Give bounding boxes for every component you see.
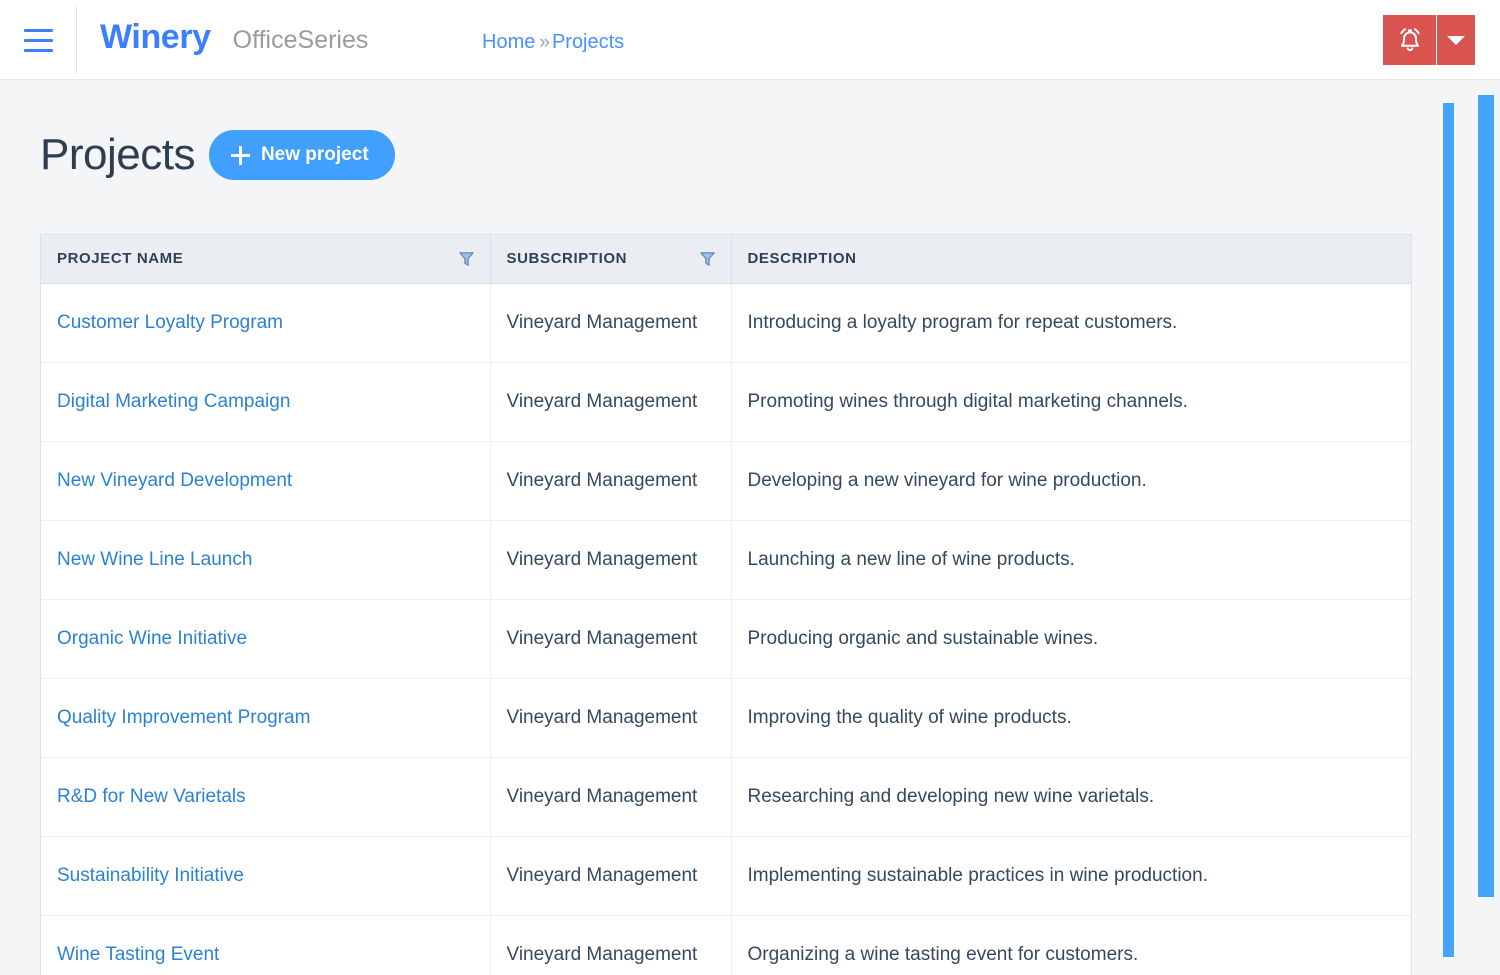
projects-table-container: PROJECT NAME SUBSCRIPTION DESCRIPTION Cu… [40,234,1412,975]
table-row[interactable]: Wine Tasting Event Vineyard Management O… [41,915,1411,975]
plus-icon [230,145,250,165]
cell-description: Launching a new line of wine products. [731,520,1411,600]
table-row[interactable]: Organic Wine Initiative Vineyard Managem… [41,599,1411,679]
project-link[interactable]: Quality Improvement Program [57,707,310,728]
brand-logo[interactable]: Winery OfficeSeries [100,18,368,57]
project-link[interactable]: Wine Tasting Event [57,944,219,965]
breadcrumb-separator: » [539,32,550,53]
project-link[interactable]: Customer Loyalty Program [57,312,283,333]
project-link[interactable]: R&D for New Varietals [57,786,246,807]
cell-subscription: Vineyard Management [490,678,732,758]
hamburger-menu-icon[interactable] [24,27,53,53]
notifications-dropdown-button[interactable] [1437,15,1475,65]
table-body: Customer Loyalty Program Vineyard Manage… [41,283,1411,975]
hamburger-line [24,38,53,42]
table-header: PROJECT NAME SUBSCRIPTION DESCRIPTION [41,235,1411,284]
project-link[interactable]: Sustainability Initiative [57,865,244,886]
table-row[interactable]: Customer Loyalty Program Vineyard Manage… [41,283,1411,363]
header-actions [1383,15,1475,65]
cell-project-name: Digital Marketing Campaign [41,362,491,442]
alarm-bell-icon [1399,28,1420,52]
column-header-label: PROJECT NAME [57,250,184,268]
notifications-button[interactable] [1383,15,1437,65]
filter-funnel-icon[interactable] [458,251,474,267]
project-link[interactable]: Organic Wine Initiative [57,628,247,649]
cell-project-name: Quality Improvement Program [41,678,491,758]
project-link[interactable]: New Vineyard Development [57,470,292,491]
cell-description: Improving the quality of wine products. [731,678,1411,758]
cell-description: Promoting wines through digital marketin… [731,362,1411,442]
cell-project-name: Organic Wine Initiative [41,599,491,679]
table-row[interactable]: New Wine Line Launch Vineyard Management… [41,520,1411,600]
header-divider [76,6,77,74]
cell-subscription: Vineyard Management [490,836,732,916]
cell-project-name: Customer Loyalty Program [41,283,491,363]
page-header: Projects New project [40,130,395,180]
cell-description: Organizing a wine tasting event for cust… [731,915,1411,975]
cell-description: Producing organic and sustainable wines. [731,599,1411,679]
cell-subscription: Vineyard Management [490,441,732,521]
cell-project-name: Wine Tasting Event [41,915,491,975]
cell-project-name: New Vineyard Development [41,441,491,521]
new-project-button[interactable]: New project [208,130,395,180]
cell-subscription: Vineyard Management [490,757,732,837]
cell-description: Developing a new vineyard for wine produ… [731,441,1411,521]
cell-subscription: Vineyard Management [490,599,732,679]
cell-project-name: R&D for New Varietals [41,757,491,837]
table-row[interactable]: R&D for New Varietals Vineyard Managemen… [41,757,1411,837]
cell-subscription: Vineyard Management [490,362,732,442]
project-link[interactable]: New Wine Line Launch [57,549,252,570]
column-header-description: DESCRIPTION [731,235,1411,284]
column-header-subscription: SUBSCRIPTION [490,235,732,284]
breadcrumb: Home» Projects [482,31,624,54]
table-row[interactable]: Sustainability Initiative Vineyard Manag… [41,836,1411,916]
brand-suffix: OfficeSeries [232,26,369,54]
breadcrumb-link-projects[interactable]: Projects [552,31,624,53]
filter-funnel-icon[interactable] [699,251,715,267]
brand-name: Winery [100,18,211,56]
cell-description: Implementing sustainable practices in wi… [731,836,1411,916]
cell-project-name: New Wine Line Launch [41,520,491,600]
new-project-button-label: New project [260,144,369,165]
table-header-row: PROJECT NAME SUBSCRIPTION DESCRIPTION [41,235,1411,284]
cell-project-name: Sustainability Initiative [41,836,491,916]
page-content: Projects New project PROJECT NAME SUBSCR… [0,80,1424,975]
top-header-bar: Winery OfficeSeries Home» Projects [0,0,1500,80]
page-title: Projects [40,130,195,179]
hamburger-line [24,28,53,32]
projects-table: PROJECT NAME SUBSCRIPTION DESCRIPTION Cu… [41,235,1411,975]
hamburger-line [24,48,53,52]
cell-subscription: Vineyard Management [490,520,732,600]
chevron-down-icon [1447,35,1465,45]
cell-subscription: Vineyard Management [490,283,732,363]
column-header-label: SUBSCRIPTION [506,250,628,268]
table-row[interactable]: Digital Marketing Campaign Vineyard Mana… [41,362,1411,442]
cell-subscription: Vineyard Management [490,915,732,975]
column-header-label: DESCRIPTION [747,250,857,268]
cell-description: Researching and developing new wine vari… [731,757,1411,837]
window-scrollbar-thumb[interactable] [1478,95,1494,897]
column-header-project-name: PROJECT NAME [41,235,491,284]
table-row[interactable]: Quality Improvement Program Vineyard Man… [41,678,1411,758]
cell-description: Introducing a loyalty program for repeat… [731,283,1411,363]
page-scrollbar-thumb[interactable] [1443,103,1454,957]
breadcrumb-link-home[interactable]: Home [482,31,535,53]
table-row[interactable]: New Vineyard Development Vineyard Manage… [41,441,1411,521]
project-link[interactable]: Digital Marketing Campaign [57,391,290,412]
